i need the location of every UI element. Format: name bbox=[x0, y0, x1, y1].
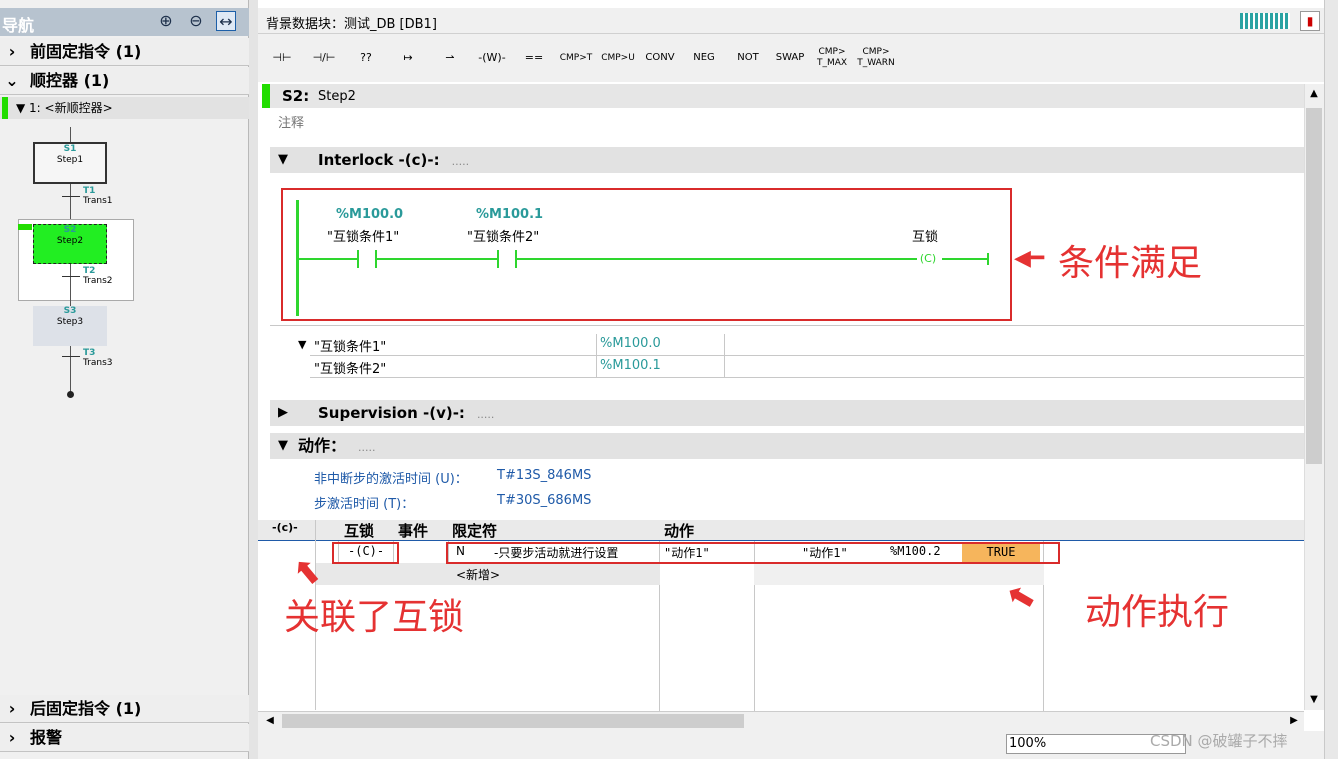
annotation-interlock: 关联了互锁 bbox=[284, 597, 465, 638]
navigation-header bbox=[0, 8, 249, 36]
interlock-table-tag-2: "互锁条件2" bbox=[314, 362, 387, 377]
collapse-triangle-icon: ▼ bbox=[278, 152, 288, 167]
scroll-right-icon[interactable]: ▶ bbox=[1286, 713, 1302, 729]
vertical-scroll-thumb[interactable] bbox=[1306, 108, 1322, 464]
nav-row-alarms[interactable]: › 报警 bbox=[0, 724, 249, 752]
neg-button[interactable]: NEG bbox=[684, 40, 724, 76]
nc-contact-button[interactable]: ⊣/⊢ bbox=[304, 40, 344, 76]
activation-time-value: T#13S_846MS bbox=[497, 468, 592, 483]
navigation-title: 导航 bbox=[2, 16, 35, 35]
conv-button[interactable]: CONV bbox=[640, 40, 680, 76]
sequencer-item[interactable]: ▼ 1: <新顺控器> bbox=[0, 97, 249, 119]
watermark: CSDN @破罐子不摔 bbox=[1150, 732, 1288, 750]
collapse-triangle-icon: ▼ bbox=[278, 438, 288, 453]
interlock-table-tag-1: "互锁条件1" bbox=[314, 340, 387, 355]
step-s2[interactable]: S2 Step2 bbox=[33, 224, 107, 264]
annotation-condition: 条件满足 bbox=[1058, 243, 1203, 284]
not-button[interactable]: NOT bbox=[728, 40, 768, 76]
collapse-triangle-icon: ▼ bbox=[298, 338, 307, 351]
expand-arrow-icon: › bbox=[8, 699, 16, 718]
expand-arrow-icon: › bbox=[8, 728, 16, 747]
sequence-end-dot bbox=[67, 391, 74, 398]
step-id: S2: bbox=[282, 87, 310, 105]
cmp-u-button[interactable]: CMP>U bbox=[598, 40, 638, 76]
branch-open-button[interactable]: ↦ bbox=[388, 40, 428, 76]
interlock-table-address-1: %M100.0 bbox=[600, 336, 661, 351]
interlock-highlight-box bbox=[332, 542, 399, 564]
cmp-twarn-button[interactable]: CMP> T_WARN bbox=[856, 40, 896, 76]
expand-triangle-icon: ▶ bbox=[278, 405, 288, 420]
step-time-label: 步激活时间 (T)： bbox=[314, 497, 415, 512]
scroll-left-icon[interactable]: ◀ bbox=[262, 713, 278, 729]
nav-row-pre-instructions[interactable]: › 前固定指令 (1) bbox=[0, 38, 249, 66]
col-action: 动作 bbox=[664, 522, 695, 540]
branch-close-button[interactable]: ⇀ bbox=[430, 40, 470, 76]
scroll-down-icon[interactable]: ▼ bbox=[1306, 692, 1322, 708]
monitoring-toggle-icon[interactable]: ▮ bbox=[1300, 11, 1320, 31]
arrow-left-icon: ◀━ bbox=[1014, 246, 1045, 271]
add-action-label[interactable]: <新增> bbox=[456, 566, 500, 583]
step-header bbox=[262, 84, 1304, 108]
horizontal-scroll-thumb[interactable] bbox=[282, 714, 744, 728]
action-highlight-box bbox=[446, 542, 1060, 564]
collapse-arrow-icon: ⌄ bbox=[5, 71, 19, 90]
step-comment[interactable]: 注释 bbox=[278, 112, 304, 131]
nav-row-post-instructions[interactable]: › 后固定指令 (1) bbox=[0, 695, 249, 723]
step-active-bar bbox=[262, 84, 270, 108]
step-name[interactable]: Step2 bbox=[318, 89, 356, 104]
interlock-coil-icon: -(c)- bbox=[272, 521, 298, 534]
fit-width-icon[interactable]: ↔ bbox=[216, 11, 236, 31]
col-interlock: 互锁 bbox=[344, 522, 375, 540]
cmp-t-button[interactable]: CMP>T bbox=[556, 40, 596, 76]
instance-db-title: 背景数据块：测试_DB [DB1] bbox=[266, 17, 437, 32]
col-event: 事件 bbox=[398, 522, 429, 540]
col-qualifier: 限定符 bbox=[452, 522, 498, 540]
no-contact-button[interactable]: ⊣⊢ bbox=[262, 40, 302, 76]
condition-highlight-box bbox=[281, 188, 1012, 321]
swap-button[interactable]: SWAP bbox=[770, 40, 810, 76]
step-s3[interactable]: S3 Step3 bbox=[33, 306, 107, 346]
interlock-table-address-2: %M100.1 bbox=[600, 358, 661, 373]
scroll-up-icon[interactable]: ▲ bbox=[1306, 86, 1322, 102]
empty-box-button[interactable]: ?? bbox=[346, 40, 386, 76]
zoom-out-icon[interactable]: ⊖ bbox=[186, 11, 206, 31]
step-time-value: T#30S_686MS bbox=[497, 493, 592, 508]
warning-coil-button[interactable]: -(W)- bbox=[472, 40, 512, 76]
compare-button[interactable]: == bbox=[514, 40, 554, 76]
splitter[interactable] bbox=[249, 0, 258, 759]
cmp-tmax-button[interactable]: CMP> T_MAX bbox=[812, 40, 852, 76]
step-s1[interactable]: S1 Step1 bbox=[33, 142, 107, 184]
nav-row-sequencer[interactable]: ⌄ 顺控器 (1) bbox=[0, 67, 249, 95]
active-indicator bbox=[2, 97, 8, 119]
actions-section-header[interactable]: ▼ 动作：..... bbox=[270, 433, 1304, 459]
interlock-section-header[interactable]: ▼ Interlock -(c)-:..... bbox=[270, 147, 1304, 173]
monitor-status-icon bbox=[1240, 13, 1290, 29]
supervision-section-header[interactable]: ▶ Supervision -(v)-:..... bbox=[270, 400, 1304, 426]
zoom-in-icon[interactable]: ⊕ bbox=[156, 11, 176, 31]
expand-arrow-icon: › bbox=[8, 42, 16, 61]
activation-time-label: 非中断步的激活时间 (U)： bbox=[314, 472, 468, 487]
annotation-exec: 动作执行 bbox=[1085, 592, 1230, 633]
task-cards-bar[interactable] bbox=[1324, 0, 1338, 759]
